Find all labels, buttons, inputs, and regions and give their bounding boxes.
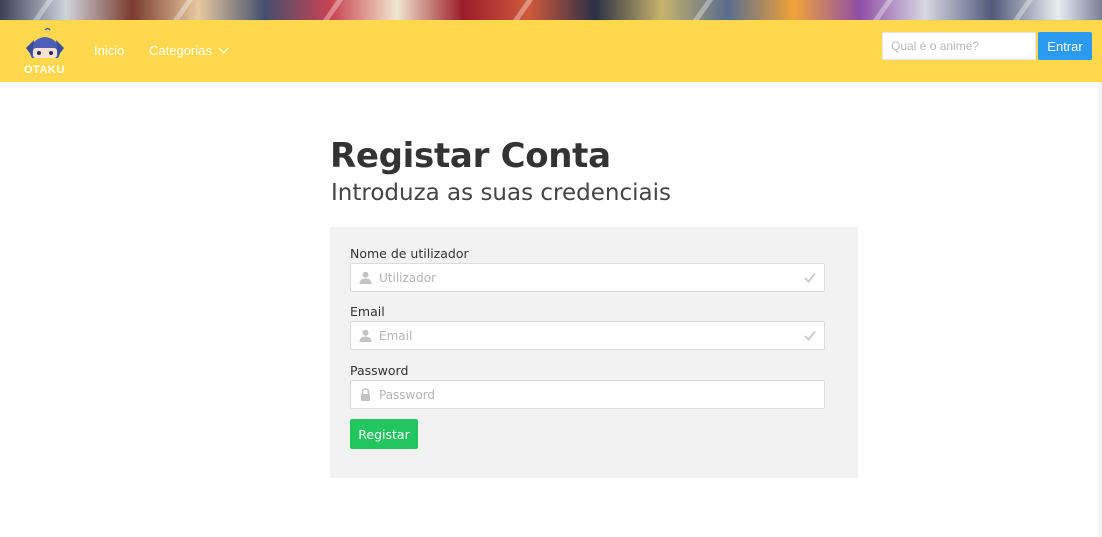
chevron-down-icon bbox=[218, 43, 229, 54]
banner-decoration bbox=[172, 0, 194, 20]
email-input[interactable] bbox=[379, 322, 799, 349]
banner-decoration bbox=[322, 0, 344, 20]
check-icon bbox=[804, 330, 816, 341]
lock-icon bbox=[361, 388, 370, 401]
banner-decoration bbox=[32, 0, 54, 20]
page-title: Registar Conta bbox=[330, 136, 611, 176]
banner-decoration bbox=[692, 0, 714, 20]
password-input[interactable] bbox=[379, 381, 799, 408]
register-form: Nome de utilizador Email Password Regist… bbox=[330, 227, 858, 478]
password-label: Password bbox=[350, 363, 409, 378]
banner-decoration bbox=[512, 0, 534, 20]
check-icon bbox=[804, 272, 816, 283]
header-banner-image bbox=[0, 0, 1102, 20]
user-icon bbox=[359, 271, 372, 284]
nav-categories-label: Categorias bbox=[149, 43, 212, 58]
search-submit-button[interactable]: Entrar bbox=[1038, 32, 1092, 60]
scrollbar-track[interactable] bbox=[1098, 82, 1102, 537]
email-label: Email bbox=[350, 304, 385, 319]
banner-decoration bbox=[1012, 0, 1034, 20]
search-input[interactable] bbox=[882, 32, 1036, 60]
username-label: Nome de utilizador bbox=[350, 246, 469, 261]
page-subtitle: Introduza as suas credenciais bbox=[331, 180, 671, 206]
username-field-wrapper bbox=[350, 263, 825, 292]
nav-categories-dropdown[interactable]: Categorias bbox=[149, 43, 229, 58]
register-button[interactable]: Registar bbox=[350, 419, 418, 449]
logo-text: OTAKU bbox=[24, 64, 65, 76]
password-field-wrapper bbox=[350, 380, 825, 409]
banner-decoration bbox=[872, 0, 894, 20]
user-icon bbox=[359, 329, 372, 342]
nav-home-link[interactable]: Inicio bbox=[94, 43, 124, 58]
username-input[interactable] bbox=[379, 264, 799, 291]
email-field-wrapper bbox=[350, 321, 825, 350]
